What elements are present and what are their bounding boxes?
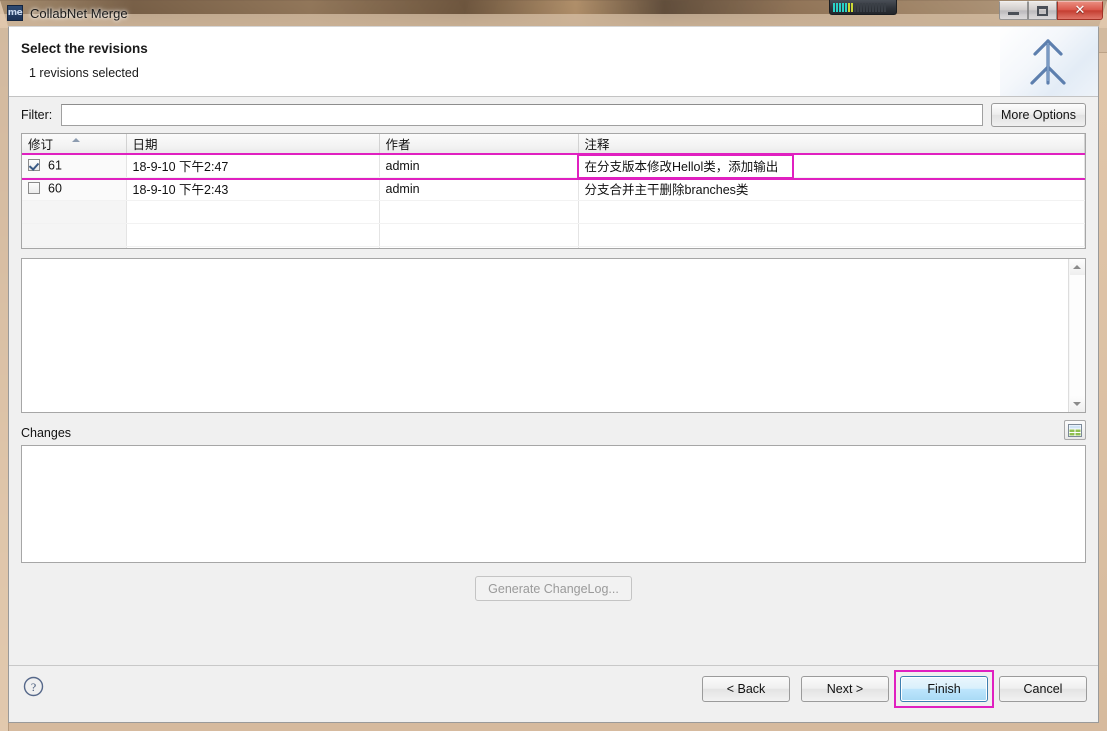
merge-arrow-icon [1030,39,1066,85]
revision-table: 修订 日期 作者 注释 61 18-9-10 下午2:47 admin 在分支版本修改Hel… [22,134,1085,248]
back-button-slot: < Back [702,676,790,702]
filter-label: Filter: [21,108,53,122]
column-header-label: 修订 [28,138,54,153]
generate-changelog-row: Generate ChangeLog... [9,576,1098,601]
table-empty-row [22,200,1085,224]
window-titlebar: me CollabNet Merge ✕ [0,0,1107,26]
changes-label: Changes [21,425,72,440]
cell-date: 18-9-10 下午2:47 [126,154,380,178]
empty-cell [22,200,127,224]
selection-summary: 1 revisions selected [29,66,139,80]
column-header-date[interactable]: 日期 [126,134,380,155]
empty-cell [578,246,1085,248]
empty-cell [126,223,380,247]
next-button-slot: Next > [801,676,889,702]
empty-cell [22,223,127,247]
cell-revision[interactable]: 60 [22,177,127,201]
scroll-up-arrow-icon[interactable] [1069,259,1085,275]
wizard-header: Select the revisions 1 revisions selecte… [9,27,1098,97]
grid-glyph-icon [1068,423,1082,437]
column-header-label: 日期 [132,138,158,153]
cell-comment: 在分支版本修改Hellol类，添加输出 [578,154,1085,178]
scrollbar-track[interactable] [1069,275,1085,396]
finish-button-slot: Finish [894,670,994,708]
generate-changelog-button[interactable]: Generate ChangeLog... [475,576,632,601]
wizard-button-row: < Back Next > Finish Cancel [702,670,1087,708]
empty-cell [22,246,127,248]
close-icon: ✕ [1074,3,1086,18]
table-grid-icon[interactable] [1064,420,1086,440]
dialog-footer: ? < Back Next > Finish Cancel [9,665,1098,722]
cell-comment: 分支合并主干删除branches类 [578,177,1085,201]
revision-checkbox[interactable] [28,158,40,171]
changes-panel[interactable] [21,445,1086,563]
help-question-icon[interactable]: ? [23,676,44,702]
column-header-label: 作者 [385,138,411,153]
column-header-comment[interactable]: 注释 [578,134,1085,155]
empty-cell [379,246,579,248]
column-header-rev[interactable]: 修订 [22,134,127,155]
revision-number: 60 [48,181,62,196]
table-row[interactable]: 61 18-9-10 下午2:47 admin 在分支版本修改Hellol类，添加输出 [22,154,1085,178]
close-button[interactable]: ✕ [1057,1,1103,20]
log-message-text[interactable] [22,259,1068,412]
cell-author: admin [379,177,579,201]
cancel-button[interactable]: Cancel [999,676,1087,702]
cancel-button-slot: Cancel [999,676,1087,702]
scroll-down-arrow-icon[interactable] [1069,396,1085,412]
revision-number: 61 [48,158,62,173]
empty-cell [578,200,1085,224]
header-banner [1000,27,1098,96]
table-row[interactable]: 60 18-9-10 下午2:43 admin 分支合并主干删除branches类 [22,177,1085,201]
empty-cell [379,200,579,224]
svg-text:?: ? [31,680,36,694]
cell-date: 18-9-10 下午2:43 [126,177,380,201]
me-app-icon: me [7,5,23,21]
log-message-panel [21,258,1086,413]
desktop-background: me CollabNet Merge ✕ Select the revision… [0,0,1107,731]
finish-button[interactable]: Finish [900,676,988,702]
window-controls: ✕ [999,1,1103,20]
minimize-icon [1008,12,1019,15]
table-empty-row [22,246,1085,248]
cell-revision[interactable]: 61 [22,154,127,178]
next-button[interactable]: Next > [801,676,889,702]
column-header-label: 注释 [584,138,610,153]
table-empty-row [22,223,1085,247]
empty-cell [126,200,380,224]
changes-header: Changes [21,420,1086,443]
column-header-author[interactable]: 作者 [379,134,579,155]
cell-author: admin [379,154,579,178]
dialog-client-area: Select the revisions 1 revisions selecte… [8,26,1099,723]
empty-cell [379,223,579,247]
window-title: CollabNet Merge [30,5,128,21]
revision-table-header: 修订 日期 作者 注释 [22,134,1085,155]
filter-input[interactable] [61,104,983,126]
revision-table-body: 61 18-9-10 下午2:47 admin 在分支版本修改Hellol类，添加输出… [22,154,1085,248]
minimize-button[interactable] [999,1,1028,20]
more-options-button[interactable]: More Options [990,103,1086,127]
back-button[interactable]: < Back [702,676,790,702]
sort-ascending-icon [71,138,80,142]
empty-cell [578,223,1085,247]
revision-table-container: 修订 日期 作者 注释 61 18-9-10 下午2:47 admin 在分支版本修改Hel… [21,133,1086,249]
log-scrollbar[interactable] [1068,259,1085,412]
table-header-row: 修订 日期 作者 注释 [22,134,1085,155]
page-title: Select the revisions [21,41,148,56]
maximize-icon [1037,5,1048,16]
maximize-button[interactable] [1028,1,1057,20]
revision-checkbox[interactable] [28,181,40,194]
empty-cell [126,246,380,248]
filter-row: Filter: More Options [9,97,1098,133]
